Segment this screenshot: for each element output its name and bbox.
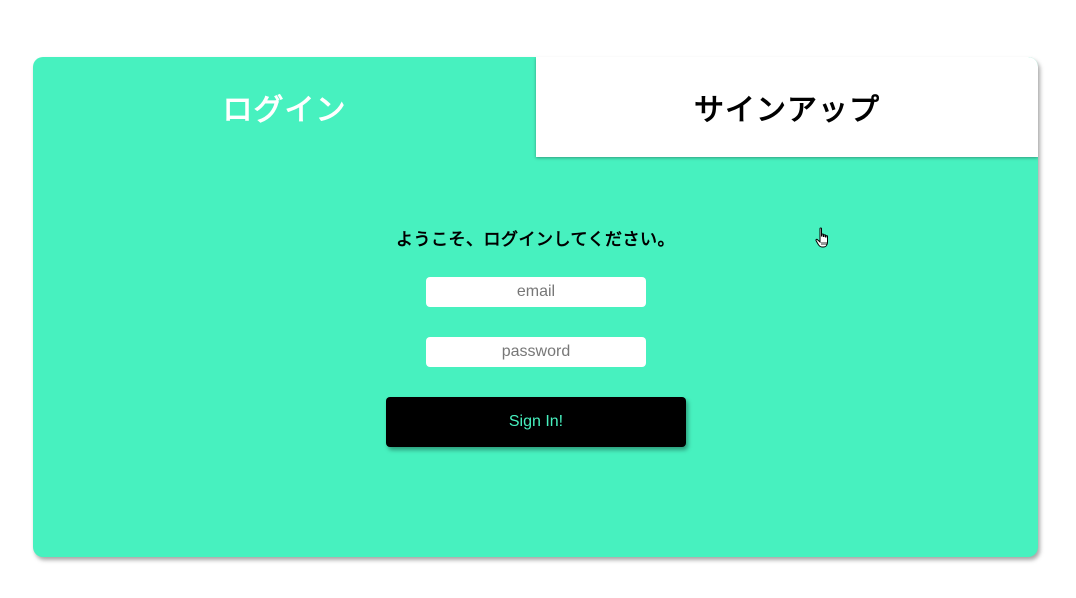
sign-in-button[interactable]: Sign In! (386, 397, 686, 447)
password-input[interactable] (426, 337, 646, 367)
tab-login-label: ログイン (222, 93, 347, 128)
email-input[interactable] (426, 277, 646, 307)
tab-login[interactable]: ログイン (33, 57, 536, 157)
tab-signup[interactable]: サインアップ (536, 57, 1038, 157)
tab-signup-label: サインアップ (694, 93, 880, 128)
welcome-message: ようこそ、ログインしてください。 (396, 230, 675, 250)
hand-pointer-icon (815, 227, 828, 248)
auth-card: ログイン サインアップ ようこそ、ログインしてください。 Sign In! (33, 57, 1038, 557)
